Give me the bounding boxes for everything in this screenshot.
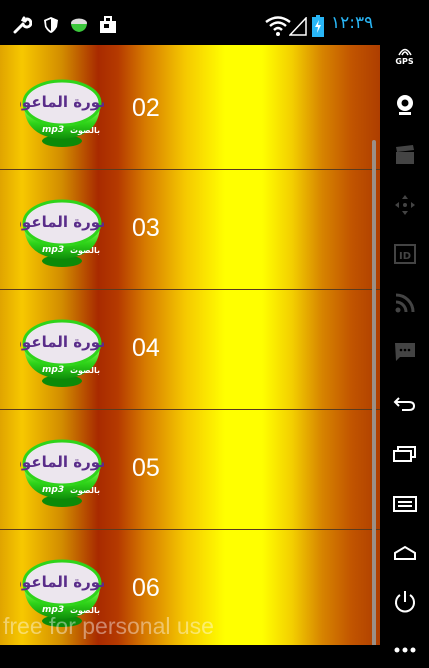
device-screen: ١٢:٣٩ سورة الماعونmp3بالصوت02سورة الماعو… [0,0,380,658]
list-item[interactable]: سورة الماعون mp3 بالصوت 05 [0,410,380,530]
list-item[interactable]: سورة الماعون mp3 بالصوت 04 [0,290,380,410]
signal-icon [289,17,307,36]
list-item-label: 06 [132,574,160,602]
surah-al-maun-mp3-icon: سورة الماعون mp3 بالصوت [20,437,104,509]
shield-icon [41,16,61,34]
sms-button[interactable] [380,334,429,370]
video-icon [394,144,416,166]
menu-button[interactable] [380,486,429,522]
menu-icon [392,495,417,513]
rss-icon [394,292,416,314]
wrench-icon [12,16,32,34]
list-item-label: 04 [132,334,160,362]
icon-mp3-text: mp3 [42,485,64,495]
camera-button[interactable] [380,87,429,123]
icon-audio-text: بالصوت [70,246,100,255]
surah-list-view[interactable]: سورة الماعون mp3 بالصوت 02 سورة الماعون mp3 با… [0,45,380,645]
id-button[interactable]: ID [380,236,429,272]
gps-label: GPS [395,57,414,66]
recent-apps-button[interactable] [380,436,429,472]
watermark-text: free for personal use [3,613,214,639]
status-bar: ١٢:٣٩ [0,0,380,45]
id-icon: ID [393,243,416,265]
video-button[interactable] [380,137,429,173]
wifi-icon [265,16,291,36]
icon-title-text: سورة الماعون [20,453,104,471]
gps-icon [397,46,413,56]
power-icon [393,590,417,614]
icon-mp3-text: mp3 [42,125,64,135]
surah-al-maun-mp3-icon: سورة الماعون mp3 بالصوت [20,317,104,389]
bowl-icon [69,16,89,34]
icon-title-text: سورة الماعون [20,573,104,591]
camera-icon [393,93,417,117]
surah-al-maun-mp3-icon: سورة الماعون mp3 بالصوت [20,197,104,269]
icon-title-text: سورة الماعون [20,93,104,111]
list-item-label: 05 [132,454,160,482]
dpad-button[interactable] [380,187,429,223]
battery-charging-icon [312,15,324,37]
more-button[interactable] [380,632,429,668]
back-button[interactable] [380,386,429,422]
svg-text:ID: ID [399,251,411,262]
list-item-label: 03 [132,214,160,242]
icon-title-text: سورة الماعون [20,213,104,231]
icon-audio-text: بالصوت [70,126,100,135]
bag-icon [98,16,118,34]
more-icon [393,645,417,655]
emulator-side-panel: GPS ID [380,0,429,658]
rss-button[interactable] [380,285,429,321]
bottom-strip [0,645,380,658]
surah-list: سورة الماعون mp3 بالصوت 02 سورة الماعون mp3 با… [0,50,380,645]
power-button[interactable] [380,584,429,620]
sms-icon [394,341,416,363]
icon-audio-text: بالصوت [70,486,100,495]
dpad-icon [394,194,416,216]
list-item-label: 02 [132,94,160,122]
surah-al-maun-mp3-icon: سورة الماعون mp3 بالصوت [20,77,104,149]
recent-apps-icon [392,445,417,463]
icon-mp3-text: mp3 [42,365,64,375]
back-icon [393,395,417,413]
icon-mp3-text: mp3 [42,245,64,255]
icon-audio-text: بالصوت [70,366,100,375]
gps-button[interactable]: GPS [380,38,429,74]
list-item[interactable]: سورة الماعون mp3 بالصوت 03 [0,170,380,290]
icon-title-text: سورة الماعون [20,333,104,351]
home-icon [393,545,417,561]
clock: ١٢:٣٩ [331,13,374,33]
home-button[interactable] [380,535,429,571]
list-scrollbar[interactable] [372,140,376,645]
list-item[interactable]: سورة الماعون mp3 بالصوت 02 [0,50,380,170]
